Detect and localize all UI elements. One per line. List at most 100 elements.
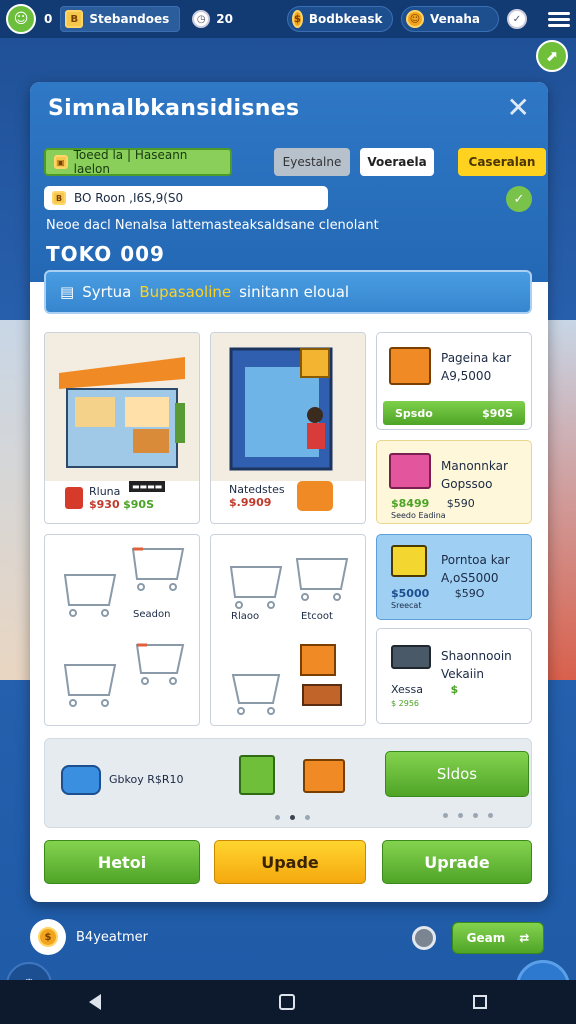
tag-icon: B: [52, 191, 66, 205]
stat-value: 20: [216, 12, 233, 26]
go-button-label: Geam: [466, 931, 506, 945]
currency-pill-2[interactable]: ☺ Venaha: [400, 6, 499, 32]
shop-card-storefront[interactable]: ▬▬▬▬ Rluna $930 $90S: [44, 332, 200, 524]
close-icon[interactable]: ✕: [507, 94, 530, 122]
side-card-3-title: Porntoa kar A,oS5000: [441, 553, 510, 585]
banner-suffix: sinitann eloual: [239, 283, 350, 301]
coin-icon: $: [291, 10, 303, 28]
card2-name: Natedstes: [229, 483, 285, 496]
product-icon: [65, 487, 83, 509]
panel-total: TOKO 009: [46, 242, 165, 266]
gamepad-icon: [61, 765, 101, 795]
vending-caption: Natedstes $.9909: [229, 481, 333, 511]
upgrade-button-right[interactable]: Uprade: [382, 840, 532, 884]
menu-icon[interactable]: [548, 11, 570, 27]
card4-label2: Etcoot: [301, 611, 333, 622]
book-icon: ▤: [60, 283, 75, 301]
panel-title: Simnalbkansidisnes: [48, 96, 300, 121]
side-card-3[interactable]: Porntoa kar A,oS5000 $5000 $59O Sreecat: [376, 534, 532, 620]
currency-pill-2-label: Venaha: [429, 12, 480, 26]
badge-icon: ▣: [54, 155, 68, 169]
currency-pill-1-label: Bodbkeask: [308, 12, 383, 26]
storefront-image: [45, 333, 199, 481]
clock-icon: ◷: [192, 10, 211, 28]
gift-box-icon: [389, 453, 431, 489]
card1-name: Rluna: [89, 485, 121, 498]
shield-icon[interactable]: ✓: [506, 9, 527, 29]
filter-chip-green[interactable]: ▣ Toeed la | Haseann laelon: [44, 148, 232, 176]
side-card-3-prices: $5000 $59O: [391, 587, 485, 600]
banner-highlight: Bupasaoline: [139, 283, 232, 301]
back-icon[interactable]: [89, 994, 101, 1010]
filter-chip-grey[interactable]: Eyestalne: [274, 148, 350, 176]
card3-label: Seadon: [133, 609, 171, 620]
crate-icon: [391, 545, 427, 577]
side-card-4[interactable]: Shaonnooin Vekaiin Xessa $ $ 2956: [376, 628, 532, 724]
bottom-label: B4yeatmer: [76, 929, 148, 945]
store-panel: Simnalbkansidisnes ✕ ▣ Toeed la | Hasean…: [30, 82, 548, 902]
carousel-dots[interactable]: [275, 815, 310, 820]
shop-card-vending[interactable]: Natedstes $.9909: [210, 332, 366, 524]
currency-pill-1[interactable]: $ Bodbkeask: [286, 6, 393, 32]
info-banner[interactable]: ▤ Syrtua Bupasaoline sinitann eloual: [44, 270, 532, 314]
shopping-cart-icon: [63, 547, 185, 707]
slide-button[interactable]: Sldos: [385, 751, 529, 797]
player-avatar[interactable]: ☺: [6, 4, 36, 34]
side-card-2-title: Manonnkar Gopssoo: [441, 459, 508, 491]
side-card-1-button[interactable]: Spsdo $90S: [383, 401, 525, 425]
side-card-1-button-right: $90S: [482, 406, 513, 420]
basket-icon: [303, 759, 345, 793]
notification-bubble-icon[interactable]: ⬈: [536, 40, 568, 72]
bottom-avatar[interactable]: $: [30, 919, 66, 955]
side-card-1[interactable]: Pageina kar A9,5000 Spsdo $90S: [376, 332, 532, 430]
bottom-bar: $ B4yeatmer Geam ⇄: [0, 912, 576, 962]
side-card-2-prices: $8499 $590: [391, 497, 475, 510]
recent-apps-icon[interactable]: [473, 995, 487, 1009]
upgrade-button-middle[interactable]: Upade: [214, 840, 366, 884]
truck-icon: [391, 645, 431, 669]
panel-header: Simnalbkansidisnes ✕ ▣ Toeed la | Hasean…: [30, 82, 548, 282]
confirm-icon[interactable]: ✓: [506, 186, 532, 212]
refresh-icon[interactable]: [412, 926, 436, 950]
home-icon[interactable]: [279, 994, 295, 1010]
top-bar: ☺ 0 B Stebandoes ◷ 20 $ Bodbkeask ☺ Vena…: [0, 0, 576, 38]
store-tab[interactable]: B Stebandoes: [60, 6, 181, 32]
vending-image: [211, 333, 365, 481]
side-card-2[interactable]: Manonnkar Gopssoo $8499 $590 Seedo Eadina: [376, 440, 532, 524]
search-input-value: BO Roon ,I6S,9(S0: [74, 191, 184, 205]
side-card-4-sub: $ 2956: [391, 699, 419, 708]
stat-counter: ◷ 20: [188, 6, 243, 32]
side-card-1-button-left: Spsdo: [395, 406, 433, 420]
card1-price1: $930: [89, 498, 120, 511]
side-card-3-sub: Sreecat: [391, 601, 422, 610]
side-card-4-prices: Xessa $: [391, 683, 459, 696]
box-icon: [389, 347, 431, 385]
arrow-right-icon: ⇄: [519, 931, 530, 945]
promo-strip: Gbkoy R$R10 Sldos: [44, 738, 532, 828]
store-tab-label: Stebandoes: [89, 12, 170, 26]
side-card-1-title: Pageina kar A9,5000: [441, 351, 512, 383]
truck-icon: [296, 481, 333, 511]
filter-chip-white[interactable]: Voeraela: [360, 148, 434, 176]
cart-with-boxes-icon: [229, 558, 349, 715]
card4-label1: Rlaoo: [231, 611, 260, 622]
smile-coin-icon: ☺: [405, 10, 424, 28]
shop-card-carts-1[interactable]: Seadon: [44, 534, 200, 726]
player-count: 0: [44, 12, 53, 26]
promo-label: Gbkoy R$R10: [109, 773, 184, 786]
go-button[interactable]: Geam ⇄: [452, 922, 544, 954]
shop-card-carts-2[interactable]: Rlaoo Etcoot: [210, 534, 366, 726]
banner-prefix: Syrtua: [82, 283, 132, 301]
filter-chip-green-label: Toeed la | Haseann laelon: [73, 148, 188, 176]
filter-row: ▣ Toeed la | Haseann laelon Eyestalne Vo…: [44, 148, 546, 176]
hetoi-button[interactable]: Hetoi: [44, 840, 200, 884]
carousel-dots-2[interactable]: [443, 813, 493, 818]
card1-price2: $90S: [123, 498, 155, 511]
card2-price1: $.9909: [229, 496, 272, 509]
search-input[interactable]: B BO Roon ,I6S,9(S0: [44, 186, 328, 210]
storefront-caption: Rluna $930 $90S: [65, 485, 154, 511]
side-card-4-title: Shaonnooin Vekaiin: [441, 649, 512, 681]
side-card-2-sub: Seedo Eadina: [391, 511, 446, 520]
panel-description: Neoe dacl Nenalsa lattemasteaksaldsane c…: [46, 218, 379, 233]
filter-chip-yellow[interactable]: Caseralan: [458, 148, 546, 176]
